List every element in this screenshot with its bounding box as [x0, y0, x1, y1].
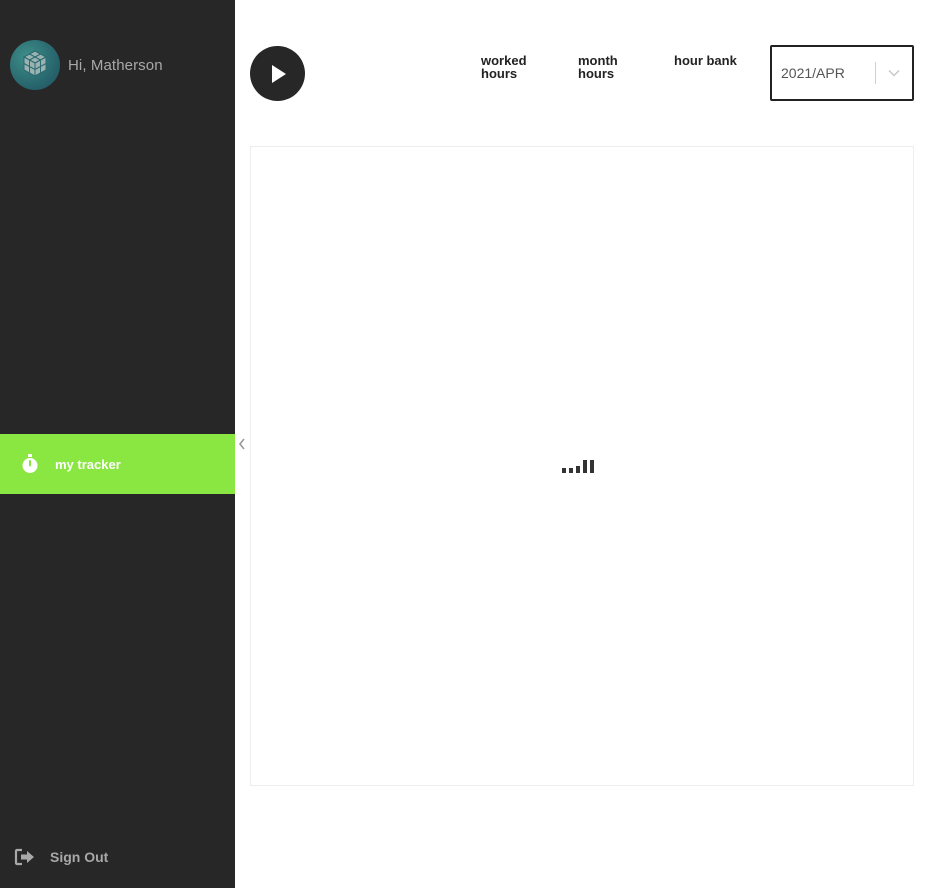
user-greeting: Hi, Matherson [68, 56, 163, 74]
play-button[interactable] [250, 46, 305, 101]
chevron-left-icon [238, 438, 245, 450]
chevron-down-icon [876, 69, 912, 77]
avatar [10, 40, 60, 90]
play-icon [271, 64, 286, 83]
stat-label: hours [481, 66, 518, 81]
period-select-value: 2021/APR [781, 65, 845, 81]
sign-out-button[interactable]: Sign Out [14, 846, 108, 868]
month-hours-stat: month hours [578, 54, 618, 80]
sign-out-label: Sign Out [50, 849, 109, 865]
sidebar: Hi, Matherson my tracker Sign Out [0, 0, 235, 888]
sidebar-item-my-tracker[interactable]: my tracker [0, 434, 235, 494]
hour-bank-stat: hour bank [674, 54, 737, 67]
tracker-content-panel [250, 146, 914, 786]
stat-label: hours [578, 66, 615, 81]
sidebar-item-label: my tracker [55, 456, 121, 472]
stopwatch-icon [20, 453, 40, 475]
cube-logo-icon [22, 50, 48, 77]
sign-out-icon [14, 848, 34, 866]
loading-indicator-icon [562, 457, 594, 473]
period-select[interactable]: 2021/APR [770, 45, 914, 101]
stat-label: hour bank [674, 53, 737, 68]
user-profile: Hi, Matherson [10, 40, 163, 90]
worked-hours-stat: worked hours [481, 54, 527, 80]
collapse-sidebar-button[interactable] [236, 436, 248, 452]
